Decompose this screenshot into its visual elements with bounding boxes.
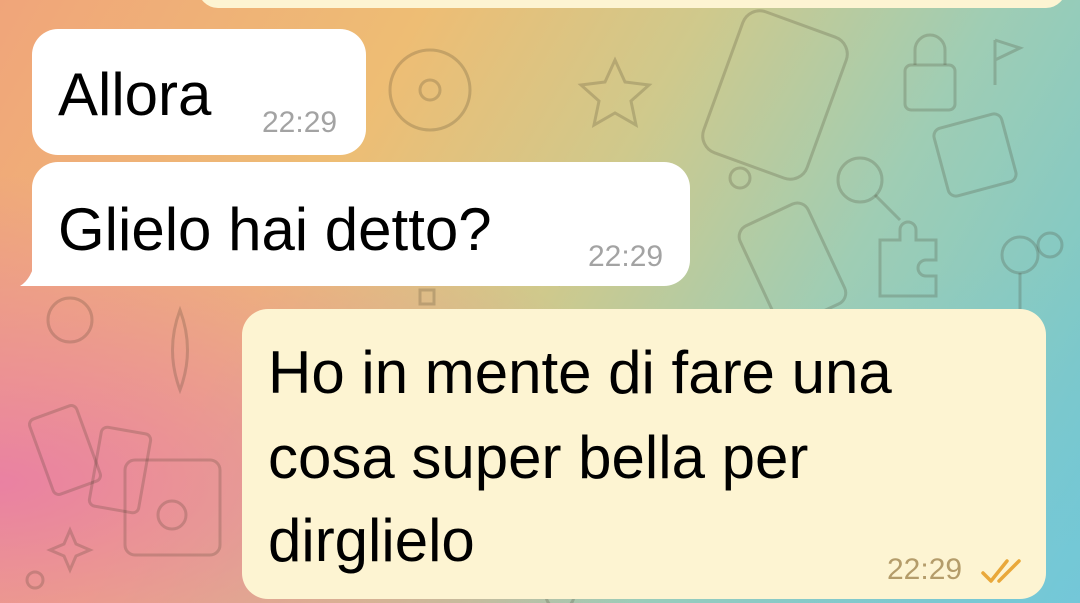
outgoing-message-bubble[interactable]: Ho in mente di fare una cosa super bella…: [242, 309, 1046, 599]
message-text-line: dirglielo: [268, 507, 475, 574]
gameboy-icon: [701, 9, 849, 181]
spark-icon: [46, 526, 94, 574]
bubble-tail: [20, 257, 44, 286]
message-text-line: Ho in mente di fare una: [268, 339, 892, 406]
disc-icon: [388, 48, 472, 132]
joystick-icon: [1000, 235, 1040, 275]
incoming-message-bubble[interactable]: Allora 22:29: [32, 29, 366, 155]
read-double-check-icon: [981, 559, 1021, 583]
message-timestamp: 22:29: [588, 240, 664, 273]
incoming-message-bubble[interactable]: Glielo hai detto? 22:29: [32, 162, 690, 286]
cherry-icon: [1036, 231, 1064, 259]
cube-icon: [932, 112, 1018, 198]
flag-icon: [993, 38, 1025, 85]
padlock-icon: [903, 63, 957, 112]
message-text-line: cosa super bella per: [268, 424, 809, 491]
potion-icon: [46, 296, 94, 344]
bowling-pin-icon: [171, 305, 189, 395]
message-text: Glielo hai detto?: [58, 196, 492, 263]
message-timestamp: 22:29: [887, 553, 963, 586]
previous-message-bubble: [198, 0, 1066, 8]
puzzle-icon: [878, 220, 938, 298]
message-text: Allora: [58, 61, 212, 128]
message-timestamp: 22:29: [262, 106, 338, 139]
star-medal-icon: [577, 56, 653, 128]
